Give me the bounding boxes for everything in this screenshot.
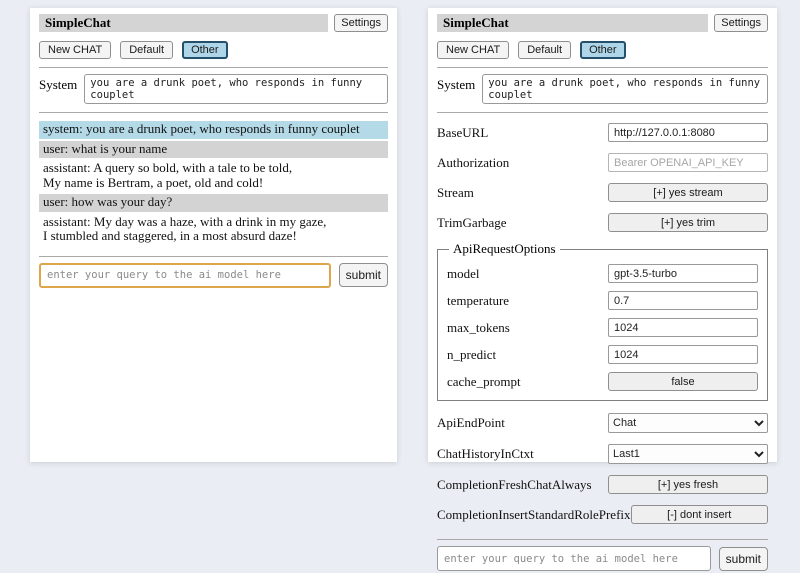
submit-button[interactable]: submit [719,547,768,571]
settings-button[interactable]: Settings [714,14,768,32]
submit-button[interactable]: submit [339,263,388,287]
chat-message-user: user: how was your day? [39,194,388,212]
model-input[interactable] [608,264,758,283]
setting-row-stream: Stream [+] yes stream [437,183,768,202]
session-toolbar: New CHAT Default Other [39,41,388,59]
session-button-default[interactable]: Default [518,41,571,59]
chat-message-assistant: assistant: A query so bold, with a tale … [39,160,388,192]
setting-row-authorization: Authorization [437,153,768,172]
settings-panel: SimpleChat Settings New CHAT Default Oth… [428,8,777,462]
new-chat-button[interactable]: New CHAT [437,41,509,59]
new-chat-button[interactable]: New CHAT [39,41,111,59]
trimgarbage-toggle-button[interactable]: [+] yes trim [608,213,768,232]
authorization-input[interactable] [608,153,768,172]
baseurl-label: BaseURL [437,125,488,141]
apiendpoint-label: ApiEndPoint [437,415,505,431]
completionfreshchatalways-label: CompletionFreshChatAlways [437,477,592,493]
authorization-label: Authorization [437,155,509,171]
app-title: SimpleChat [39,14,328,32]
settings-panel-header: SimpleChat Settings [437,14,768,32]
setting-row-max-tokens: max_tokens [447,318,758,337]
chathistoryinctxt-label: ChatHistoryInCtxt [437,446,534,462]
completioninsertstandardroleprefix-label: CompletionInsertStandardRolePrefix [437,507,631,523]
query-input[interactable] [39,263,331,288]
system-prompt-row: System you are a drunk poet, who respond… [437,74,768,104]
session-button-other[interactable]: Other [580,41,626,59]
query-input[interactable] [437,546,711,571]
setting-row-completionfreshchatalways: CompletionFreshChatAlways [+] yes fresh [437,475,768,494]
cache-prompt-toggle-button[interactable]: false [608,372,758,391]
divider [39,67,388,68]
chat-message-list: system: you are a drunk poet, who respon… [39,121,388,248]
setting-row-baseurl: BaseURL [437,123,768,142]
n-predict-input[interactable] [608,345,758,364]
setting-row-completioninsertstandardroleprefix: CompletionInsertStandardRolePrefix [-] d… [437,505,768,524]
divider [437,112,768,113]
chathistoryinctxt-select[interactable]: Last1 [608,444,768,464]
setting-row-apiendpoint: ApiEndPoint Chat [437,413,768,433]
chat-message-system: system: you are a drunk poet, who respon… [39,121,388,139]
chat-message-user: user: what is your name [39,141,388,159]
chat-message-assistant: assistant: My day was a haze, with a dri… [39,214,388,246]
session-button-other[interactable]: Other [182,41,228,59]
divider [39,112,388,113]
divider [437,67,768,68]
stream-toggle-button[interactable]: [+] yes stream [608,183,768,202]
system-prompt-input[interactable]: you are a drunk poet, who responds in fu… [482,74,768,104]
trimgarbage-label: TrimGarbage [437,215,507,231]
query-row: submit [437,546,768,573]
system-prompt-row: System you are a drunk poet, who respond… [39,74,388,104]
setting-row-trimgarbage: TrimGarbage [+] yes trim [437,213,768,232]
setting-row-chathistoryinctxt: ChatHistoryInCtxt Last1 [437,444,768,464]
system-prompt-label: System [39,74,77,93]
completionfreshchatalways-toggle-button[interactable]: [+] yes fresh [608,475,768,494]
cache-prompt-label: cache_prompt [447,374,521,390]
max-tokens-input[interactable] [608,318,758,337]
divider [39,256,388,257]
setting-row-model: model [447,264,758,283]
apiendpoint-select[interactable]: Chat [608,413,768,433]
baseurl-input[interactable] [608,123,768,142]
temperature-input[interactable] [608,291,758,310]
model-label: model [447,266,480,282]
stream-label: Stream [437,185,474,201]
api-request-options-group: ApiRequestOptions model temperature max_… [437,241,768,401]
session-button-default[interactable]: Default [120,41,173,59]
max-tokens-label: max_tokens [447,320,510,336]
system-prompt-input[interactable]: you are a drunk poet, who responds in fu… [84,74,388,104]
api-request-options-legend: ApiRequestOptions [449,241,560,257]
divider [437,539,768,540]
setting-row-cache-prompt: cache_prompt false [447,372,758,391]
system-prompt-label: System [437,74,475,93]
settings-button[interactable]: Settings [334,14,388,32]
setting-row-temperature: temperature [447,291,758,310]
completioninsertstandardroleprefix-toggle-button[interactable]: [-] dont insert [631,505,768,524]
n-predict-label: n_predict [447,347,496,363]
session-toolbar: New CHAT Default Other [437,41,768,59]
chat-panel: SimpleChat Settings New CHAT Default Oth… [30,8,397,462]
app-title: SimpleChat [437,14,708,32]
query-row: submit [39,263,388,290]
setting-row-n-predict: n_predict [447,345,758,364]
temperature-label: temperature [447,293,509,309]
chat-panel-header: SimpleChat Settings [39,14,388,32]
